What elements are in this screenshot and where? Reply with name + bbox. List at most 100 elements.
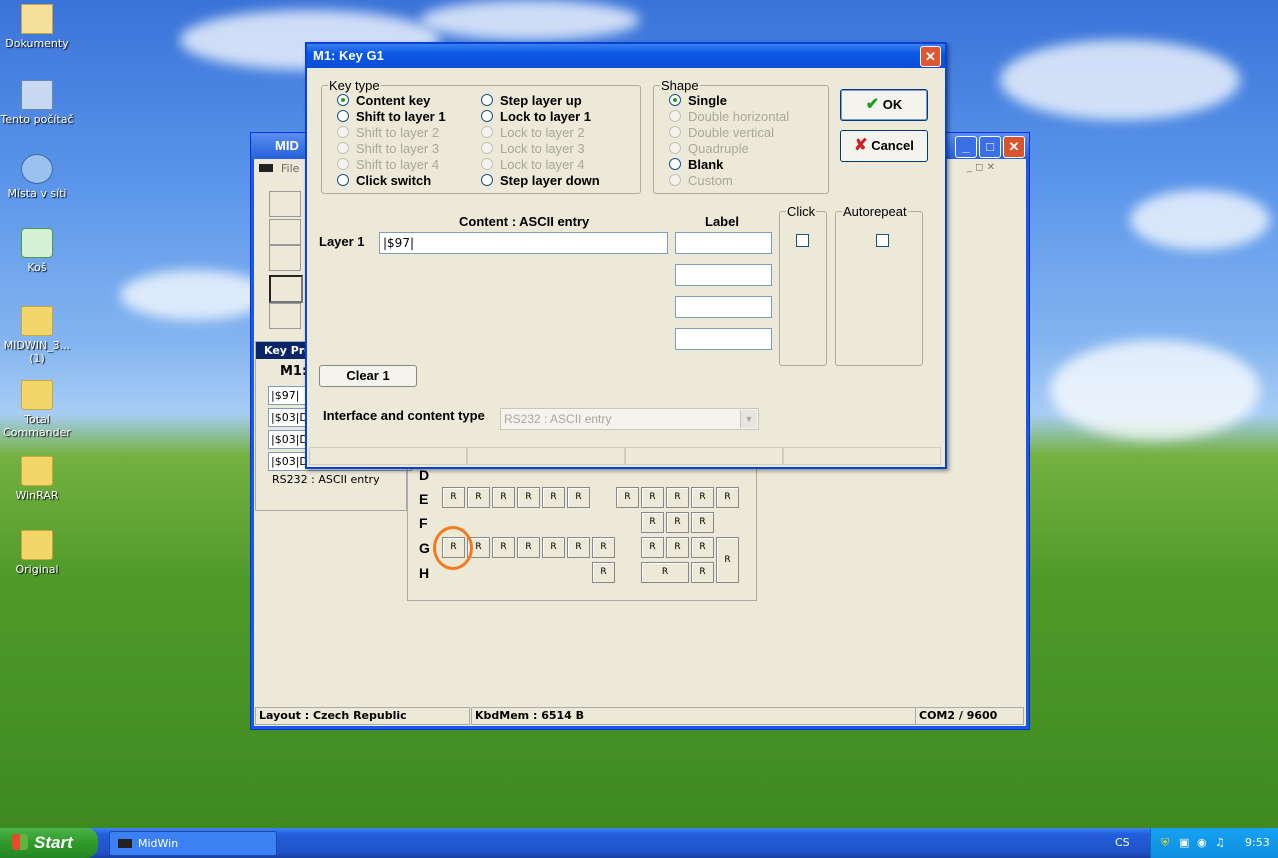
key-e11[interactable]: R	[716, 487, 739, 508]
radio-click-switch[interactable]: Click switch	[337, 173, 431, 188]
panel-interface-type: RS232 : ASCII entry	[272, 473, 380, 486]
start-button[interactable]: Start	[0, 828, 98, 858]
radio-content-key[interactable]: Content key	[337, 93, 430, 108]
layer3-label-input[interactable]	[675, 296, 772, 318]
dialog-statusbar	[309, 447, 941, 465]
key-g10[interactable]: R	[691, 537, 714, 558]
key-g9[interactable]: R	[666, 537, 689, 558]
radio-step-layer-up[interactable]: Step layer up	[481, 93, 582, 108]
key-f1[interactable]: R	[641, 512, 664, 533]
key-h1[interactable]: R	[592, 562, 615, 583]
key-g8[interactable]: R	[641, 537, 664, 558]
system-tray: ⛨ ▣ ◉ ♫ 9:53	[1150, 828, 1278, 858]
key-f2[interactable]: R	[666, 512, 689, 533]
desktop-icon-winrar[interactable]: WinRAR	[0, 456, 74, 502]
desktop-icon-my-computer[interactable]: Tento počítač	[0, 80, 74, 126]
panel-key-name: M1:	[280, 364, 308, 379]
key-e3[interactable]: R	[492, 487, 515, 508]
ok-button[interactable]: ✔ OK	[840, 89, 928, 121]
toolbar-edit-key-icon[interactable]	[269, 275, 303, 303]
dialog-close-button[interactable]: ✕	[920, 46, 941, 67]
radio-lock-to-layer-3: Lock to layer 3	[481, 141, 585, 156]
key-e5[interactable]: R	[542, 487, 565, 508]
menu-file[interactable]: File	[281, 162, 299, 175]
click-checkbox[interactable]	[796, 234, 809, 247]
my-computer-icon	[21, 80, 53, 110]
autorepeat-checkbox[interactable]	[876, 234, 889, 247]
layer1-label-input[interactable]	[675, 232, 772, 254]
chevron-down-icon: ▼	[740, 410, 757, 428]
radio-circle-icon	[481, 110, 493, 122]
radio-lock-to-layer-1[interactable]: Lock to layer 1	[481, 109, 591, 124]
radio-shift-to-layer-4: Shift to layer 4	[337, 157, 439, 172]
radio-shift-to-layer-2: Shift to layer 2	[337, 125, 439, 140]
radio-shift-to-layer-1[interactable]: Shift to layer 1	[337, 109, 446, 124]
radio-label: Click switch	[356, 173, 432, 188]
desktop-icon-label: Tento počítač	[0, 113, 74, 126]
taskbar-button-midwin[interactable]: MidWin	[109, 831, 277, 856]
radio-blank[interactable]: Blank	[669, 157, 723, 172]
clear-button[interactable]: Clear 1	[319, 365, 417, 387]
cancel-button[interactable]: ✘ Cancel	[840, 130, 928, 162]
toolbar-verify-icon[interactable]	[269, 219, 301, 245]
key-g7[interactable]: R	[592, 537, 615, 558]
windows-logo-icon	[12, 834, 28, 850]
layer4-label-input[interactable]	[675, 328, 772, 350]
desktop-icon-recycle-bin[interactable]: Koš	[0, 228, 74, 274]
security-shield-icon[interactable]: ⛨	[1161, 836, 1169, 850]
close-button[interactable]: ✕	[1003, 136, 1025, 158]
volume-icon[interactable]: ♫	[1215, 836, 1225, 849]
autorepeat-legend: Autorepeat	[843, 204, 907, 219]
network-icon[interactable]: ◉	[1197, 836, 1207, 849]
radio-shift-to-layer-3: Shift to layer 3	[337, 141, 439, 156]
vmware-icon[interactable]: ▣	[1179, 836, 1189, 849]
radio-single[interactable]: Single	[669, 93, 727, 108]
desktop-icon-label: Total Commander	[3, 413, 71, 439]
key-h-wide[interactable]: R	[641, 562, 689, 583]
key-e4[interactable]: R	[517, 487, 540, 508]
desktop-icon-network[interactable]: Místa v síti	[0, 154, 74, 200]
key-e6[interactable]: R	[567, 487, 590, 508]
desktop-icon-label: Dokumenty	[5, 37, 69, 50]
desktop-icon-label: WinRAR	[15, 489, 59, 502]
desktop-icon-midwin[interactable]: MIDWIN_3... (1)	[0, 306, 74, 365]
key-e8[interactable]: R	[641, 487, 664, 508]
key-e10[interactable]: R	[691, 487, 714, 508]
radio-custom: Custom	[669, 173, 733, 188]
radio-quadruple: Quadruple	[669, 141, 749, 156]
desktop-icon-dokumenty[interactable]: Dokumenty	[0, 4, 74, 50]
radio-circle-icon	[337, 158, 349, 170]
key-type-legend: Key type	[329, 78, 380, 93]
key-f3[interactable]: R	[691, 512, 714, 533]
layer2-label-input[interactable]	[675, 264, 772, 286]
key-g6[interactable]: R	[567, 537, 590, 558]
label-header: Label	[705, 214, 739, 229]
minimize-button[interactable]: _	[955, 136, 977, 158]
layer1-content-input[interactable]: |$97|	[379, 232, 668, 254]
desktop-icon-original[interactable]: Original	[0, 530, 74, 576]
keyboard-icon	[118, 839, 132, 848]
radio-step-layer-down[interactable]: Step layer down	[481, 173, 600, 188]
key-g5[interactable]: R	[542, 537, 565, 558]
language-indicator[interactable]: CS	[1115, 836, 1130, 849]
maximize-button[interactable]: □	[979, 136, 1001, 158]
key-e2[interactable]: R	[467, 487, 490, 508]
folder-icon	[21, 306, 53, 336]
toolbar-download-icon[interactable]	[269, 191, 301, 217]
radio-label: Double horizontal	[688, 109, 790, 124]
key-g4[interactable]: R	[517, 537, 540, 558]
radio-circle-icon	[337, 94, 349, 106]
interface-value: RS232 : ASCII entry	[504, 412, 612, 426]
clock[interactable]: 9:53	[1245, 836, 1270, 849]
key-e1[interactable]: R	[442, 487, 465, 508]
toolbar-hint-icon[interactable]	[269, 303, 301, 329]
key-e7[interactable]: R	[616, 487, 639, 508]
key-h3[interactable]: R	[691, 562, 714, 583]
radio-label: Quadruple	[688, 141, 749, 156]
key-g3[interactable]: R	[492, 537, 515, 558]
toolbar-check-icon[interactable]	[269, 245, 301, 271]
key-g-tall[interactable]: R	[716, 537, 739, 583]
interface-select[interactable]: RS232 : ASCII entry ▼	[500, 408, 759, 430]
key-e9[interactable]: R	[666, 487, 689, 508]
desktop-icon-total-commander[interactable]: Total Commander	[0, 380, 74, 439]
